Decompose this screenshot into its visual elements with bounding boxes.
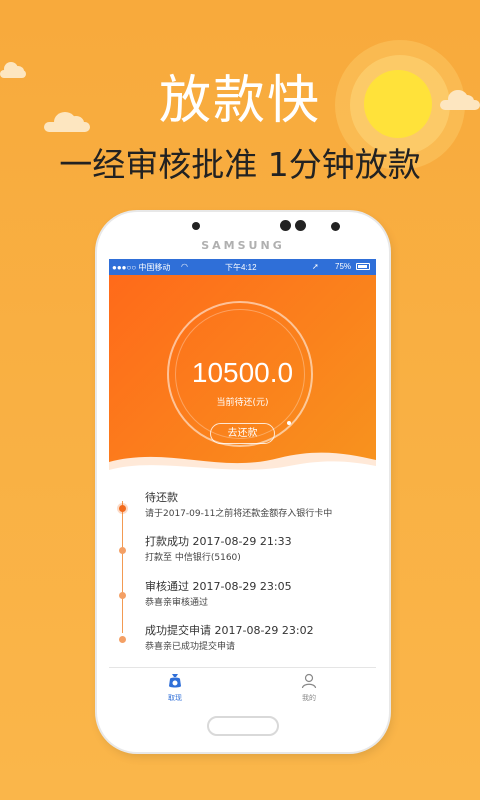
timeline-item-disbursed: 打款成功 2017-08-29 21:33 打款至 中信银行(5160): [109, 533, 376, 573]
carrier-label: ●●●○○ 中国移动: [112, 263, 171, 272]
status-bar: ●●●○○ 中国移动 ◠ 下午4:12 ➚ 75%: [109, 259, 376, 275]
timeline-desc: 恭喜亲已成功提交申请: [145, 642, 236, 652]
app-screen: ●●●○○ 中国移动 ◠ 下午4:12 ➚ 75% 10500.0 当前待还(元…: [109, 259, 376, 709]
repay-button[interactable]: 去还款: [210, 423, 275, 444]
tab-label: 取现: [168, 694, 182, 702]
camera-dot: [280, 220, 291, 231]
tab-label: 我的: [302, 694, 316, 702]
sensor-dot: [331, 222, 340, 231]
battery-icon: [356, 263, 370, 270]
timeline-dot: [119, 547, 126, 554]
due-amount: 10500.0: [191, 357, 294, 388]
tab-bar: 取现 我的: [109, 667, 376, 709]
location-icon: ➚: [312, 262, 319, 271]
timeline-dot: [119, 505, 126, 512]
wifi-icon: ◠: [181, 262, 188, 271]
timeline-desc: 恭喜亲审核通过: [145, 598, 209, 608]
tab-cash[interactable]: 取现: [145, 672, 205, 703]
promo-headline: 放款快: [158, 71, 321, 131]
status-time: 下午4:12: [225, 263, 257, 272]
phone-brand: SAMSUNG: [201, 239, 285, 252]
timeline-title: 待还款: [145, 491, 178, 504]
timeline-title: 成功提交申请 2017-08-29 23:02: [145, 624, 314, 637]
battery-level: 75%: [335, 262, 352, 271]
cash-bag-icon: [169, 674, 181, 688]
progress-marker: [287, 421, 291, 425]
timeline-item-submitted: 成功提交申请 2017-08-29 23:02 恭喜亲已成功提交申请: [109, 622, 376, 662]
home-button[interactable]: [207, 716, 279, 736]
timeline-item-approved: 审核通过 2017-08-29 23:05 恭喜亲审核通过: [109, 578, 376, 618]
timeline-desc: 打款至 中信银行(5160): [145, 553, 241, 563]
timeline-title: 打款成功 2017-08-29 21:33: [145, 535, 292, 548]
due-amount-label: 当前待还(元): [216, 398, 269, 408]
sensor-dot: [192, 222, 200, 230]
timeline-desc: 请于2017-09-11之前将还款金额存入银行卡中: [145, 509, 333, 519]
camera-dot: [295, 220, 306, 231]
loan-timeline: 待还款 请于2017-09-11之前将还款金额存入银行卡中 打款成功 2017-…: [109, 485, 376, 665]
timeline-dot: [119, 636, 126, 643]
timeline-title: 审核通过 2017-08-29 23:05: [145, 580, 292, 593]
timeline-dot: [119, 592, 126, 599]
person-icon: [301, 673, 317, 689]
hero-wave: [109, 452, 376, 484]
timeline-item-pending: 待还款 请于2017-09-11之前将还款金额存入银行卡中: [109, 489, 376, 529]
tab-mine[interactable]: 我的: [279, 672, 339, 703]
promo-subline: 一经审核批准 1分钟放款: [59, 145, 421, 184]
